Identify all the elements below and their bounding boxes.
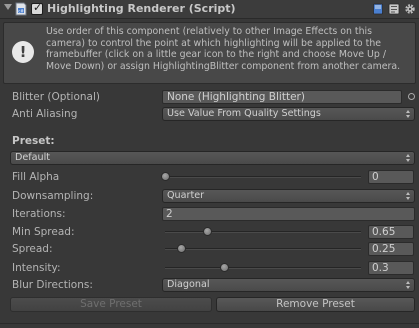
blur-directions-label: Blur Directions: bbox=[12, 279, 93, 291]
save-preset-button[interactable]: Save Preset bbox=[10, 297, 212, 312]
iterations-label: Iterations: bbox=[12, 208, 66, 220]
intensity-slider-thumb[interactable] bbox=[220, 263, 229, 272]
fill-alpha-label: Fill Alpha bbox=[12, 171, 60, 183]
min-spread-slider-thumb[interactable] bbox=[203, 227, 212, 236]
dropdown-arrows-icon bbox=[406, 110, 410, 118]
svg-text:c#: c# bbox=[18, 8, 24, 13]
dropdown-arrows-icon bbox=[406, 154, 410, 162]
blur-directions-value: Diagonal bbox=[167, 279, 210, 290]
remove-preset-button[interactable]: Remove Preset bbox=[216, 297, 415, 312]
spread-label: Spread: bbox=[12, 243, 53, 255]
fill-alpha-slider-thumb[interactable] bbox=[161, 172, 170, 181]
anti-aliasing-label: Anti Aliasing bbox=[12, 108, 78, 120]
downsampling-value: Quarter bbox=[167, 190, 205, 201]
script-icon: c# bbox=[14, 2, 28, 16]
anti-aliasing-value: Use Value From Quality Settings bbox=[167, 108, 321, 119]
intensity-input[interactable]: 0.3 bbox=[368, 261, 414, 275]
intensity-slider-track[interactable] bbox=[165, 267, 361, 269]
iterations-input[interactable]: 2 bbox=[162, 207, 415, 221]
spread-slider-thumb[interactable] bbox=[177, 244, 186, 253]
info-exclamation-icon: ! bbox=[12, 41, 34, 63]
min-spread-input[interactable]: 0.65 bbox=[368, 225, 414, 239]
spread-input[interactable]: 0.25 bbox=[368, 242, 414, 256]
preset-section-label: Preset: bbox=[12, 135, 55, 147]
dropdown-arrows-icon bbox=[406, 281, 410, 289]
spread-slider-track[interactable] bbox=[165, 248, 361, 250]
preset-sliders-icon[interactable] bbox=[388, 3, 400, 15]
min-spread-slider-track[interactable] bbox=[165, 231, 361, 233]
min-spread-label: Min Spread: bbox=[12, 226, 75, 238]
blur-directions-dropdown[interactable]: Diagonal bbox=[162, 278, 415, 292]
downsampling-label: Downsampling: bbox=[12, 190, 94, 202]
help-book-icon[interactable] bbox=[372, 3, 384, 15]
foldout-arrow-icon[interactable] bbox=[4, 4, 12, 10]
blitter-label: Blitter (Optional) bbox=[12, 91, 100, 103]
dropdown-arrows-icon bbox=[406, 192, 410, 200]
help-box: ! Use order of this component (relativel… bbox=[3, 22, 416, 84]
component-enabled-checkbox[interactable]: ✓ bbox=[31, 1, 43, 15]
preset-value: Default bbox=[15, 152, 51, 163]
gear-icon[interactable] bbox=[404, 3, 416, 15]
component-title: Highlighting Renderer (Script) bbox=[47, 2, 236, 15]
divider bbox=[0, 323, 419, 324]
blitter-object-field[interactable]: None (Highlighting Blitter) bbox=[162, 90, 402, 104]
fill-alpha-slider-track[interactable] bbox=[165, 176, 361, 178]
intensity-label: Intensity: bbox=[12, 262, 61, 274]
fill-alpha-input[interactable]: 0 bbox=[368, 170, 414, 184]
help-text: Use order of this component (relatively … bbox=[46, 26, 401, 72]
anti-aliasing-dropdown[interactable]: Use Value From Quality Settings bbox=[162, 107, 415, 121]
object-picker-icon[interactable] bbox=[408, 93, 415, 100]
preset-dropdown[interactable]: Default bbox=[10, 151, 415, 165]
checkmark-icon: ✓ bbox=[33, 1, 43, 14]
downsampling-dropdown[interactable]: Quarter bbox=[162, 189, 415, 203]
